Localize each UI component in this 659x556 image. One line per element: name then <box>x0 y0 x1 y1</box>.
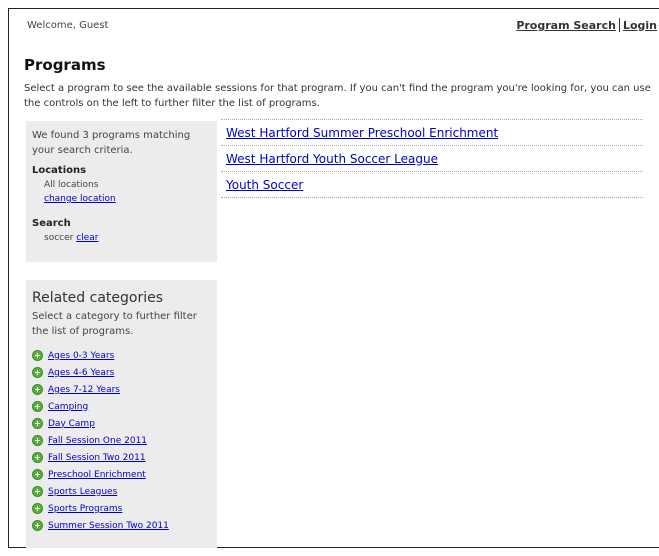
results-count-text: We found 3 programs matching your search… <box>32 130 191 156</box>
plus-circle-icon[interactable] <box>32 452 43 463</box>
plus-circle-icon[interactable] <box>32 520 43 531</box>
category-item: Ages 7-12 Years <box>32 381 211 398</box>
locations-value: All locations <box>44 180 99 190</box>
search-summary-panel: We found 3 programs matching your search… <box>26 121 217 262</box>
category-item: Fall Session Two 2011 <box>32 449 211 466</box>
category-link[interactable]: Fall Session One 2011 <box>48 436 147 446</box>
category-item: Camping <box>32 398 211 415</box>
category-item: Sports Programs <box>32 500 211 517</box>
plus-circle-icon[interactable] <box>32 435 43 446</box>
program-search-link[interactable]: Program Search <box>516 19 616 32</box>
search-heading: Search <box>32 218 71 229</box>
category-link[interactable]: Fall Session Two 2011 <box>48 453 146 463</box>
page-title: Programs <box>24 56 106 74</box>
category-link[interactable]: Day Camp <box>48 419 95 429</box>
related-categories-title: Related categories <box>32 290 164 306</box>
program-row: West Hartford Youth Soccer League <box>221 146 643 172</box>
category-item: Day Camp <box>32 415 211 432</box>
program-list: West Hartford Summer Preschool Enrichmen… <box>221 119 643 198</box>
top-links: Program Search Login <box>516 18 657 32</box>
change-location-link[interactable]: change location <box>44 192 211 207</box>
intro-text: Select a program to see the available se… <box>24 83 651 109</box>
plus-circle-icon[interactable] <box>32 367 43 378</box>
login-link[interactable]: Login <box>623 19 657 32</box>
category-item: Fall Session One 2011 <box>32 432 211 449</box>
category-link[interactable]: Ages 4-6 Years <box>48 368 114 378</box>
category-item: Summer Session Two 2011 <box>32 517 211 534</box>
program-link[interactable]: West Hartford Summer Preschool Enrichmen… <box>226 126 498 140</box>
plus-circle-icon[interactable] <box>32 469 43 480</box>
top-links-divider <box>618 18 620 32</box>
search-term: soccer <box>44 233 74 243</box>
category-item: Ages 4-6 Years <box>32 364 211 381</box>
welcome-text: Welcome, Guest <box>27 20 109 31</box>
plus-circle-icon[interactable] <box>32 503 43 514</box>
category-link[interactable]: Sports Programs <box>48 504 122 514</box>
locations-heading: Locations <box>32 165 87 176</box>
related-categories-panel: Related categories Select a category to … <box>26 280 217 548</box>
category-item: Sports Leagues <box>32 483 211 500</box>
program-link[interactable]: Youth Soccer <box>226 178 303 192</box>
plus-circle-icon[interactable] <box>32 486 43 497</box>
plus-circle-icon[interactable] <box>32 401 43 412</box>
category-list: Ages 0-3 Years Ages 4-6 Years Ages 7-12 Ye… <box>32 347 211 534</box>
program-row: Youth Soccer <box>221 172 643 198</box>
plus-circle-icon[interactable] <box>32 418 43 429</box>
search-term-row: soccer clear <box>44 231 211 245</box>
plus-circle-icon[interactable] <box>32 384 43 395</box>
category-link[interactable]: Summer Session Two 2011 <box>48 521 169 531</box>
category-link[interactable]: Ages 0-3 Years <box>48 351 114 361</box>
category-link[interactable]: Camping <box>48 402 88 412</box>
category-item: Ages 0-3 Years <box>32 347 211 364</box>
clear-search-link[interactable]: clear <box>76 233 98 243</box>
category-link[interactable]: Preschool Enrichment <box>48 470 146 480</box>
category-item: Preschool Enrichment <box>32 466 211 483</box>
program-row: West Hartford Summer Preschool Enrichmen… <box>221 120 643 146</box>
plus-circle-icon[interactable] <box>32 350 43 361</box>
program-link[interactable]: West Hartford Youth Soccer League <box>226 152 438 166</box>
category-link[interactable]: Ages 7-12 Years <box>48 385 120 395</box>
related-categories-description: Select a category to further filter the … <box>32 311 197 337</box>
category-link[interactable]: Sports Leagues <box>48 487 117 497</box>
